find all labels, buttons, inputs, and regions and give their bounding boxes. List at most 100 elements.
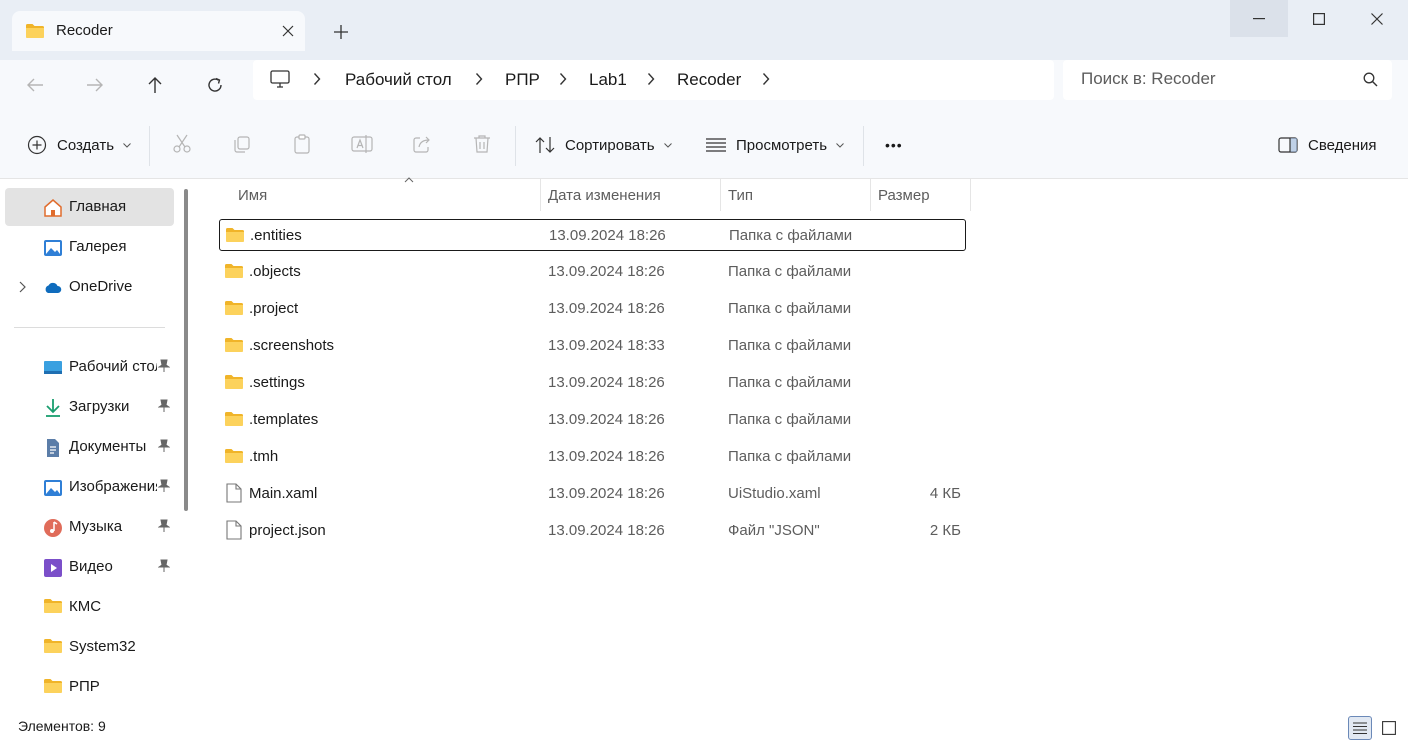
table-row[interactable]: .tmh 13.09.2024 18:26 Папка с файлами: [219, 441, 966, 473]
share-button[interactable]: [410, 132, 434, 156]
table-row[interactable]: .screenshots 13.09.2024 18:33 Папка с файл…: [219, 330, 966, 362]
file-date: 13.09.2024 18:26: [548, 300, 665, 317]
file-date: 13.09.2024 18:26: [549, 227, 666, 244]
file-type: Папка с файлами: [728, 374, 852, 391]
sidebar-item-documents[interactable]: Документы: [5, 428, 174, 466]
breadcrumb-rpr[interactable]: РПР: [505, 70, 540, 90]
navigation-pane: Главная Галерея OneDrive Рабочий стол За…: [0, 179, 196, 714]
column-header-date[interactable]: Дата изменения: [540, 179, 720, 211]
file-icon: [225, 483, 243, 507]
pin-icon[interactable]: [157, 359, 171, 377]
search-input[interactable]: [1081, 69, 1351, 89]
pin-icon[interactable]: [157, 399, 171, 417]
table-row[interactable]: .settings 13.09.2024 18:26 Папка с файлами: [219, 367, 966, 399]
desktop-icon: [43, 358, 63, 378]
pin-icon[interactable]: [157, 559, 171, 577]
more-icon: •••: [885, 137, 903, 153]
sort-button[interactable]: Сортировать: [535, 132, 672, 158]
pin-icon[interactable]: [157, 479, 171, 497]
up-button[interactable]: [138, 68, 172, 102]
sidebar-item-video[interactable]: Видео: [5, 548, 174, 586]
file-name: project.json: [249, 522, 326, 539]
pin-icon[interactable]: [157, 439, 171, 457]
maximize-button[interactable]: [1290, 0, 1348, 37]
sidebar-item-downloads[interactable]: Загрузки: [5, 388, 174, 426]
sidebar-scrollbar[interactable]: [184, 189, 188, 511]
file-list: Имя Дата изменения Тип Размер .entities 1…: [196, 177, 1408, 714]
chevron-right-icon[interactable]: [762, 72, 770, 90]
paste-button[interactable]: [290, 132, 314, 156]
details-button[interactable]: Сведения: [1278, 132, 1377, 158]
breadcrumb-recoder[interactable]: Recoder: [677, 70, 741, 90]
chevron-right-icon[interactable]: [559, 72, 567, 90]
address-bar[interactable]: Рабочий стол РПР Lab1 Recoder: [253, 60, 1054, 100]
sidebar-item-system32[interactable]: System32: [5, 628, 174, 666]
column-header-type[interactable]: Тип: [720, 179, 870, 211]
new-tab-button[interactable]: [326, 19, 356, 45]
create-button[interactable]: Создать: [27, 132, 131, 158]
file-name: .project: [249, 300, 299, 317]
copy-button[interactable]: [230, 132, 254, 156]
view-button[interactable]: Просмотреть: [706, 132, 844, 158]
search-icon[interactable]: [1363, 72, 1378, 91]
breadcrumb-lab1[interactable]: Lab1: [589, 70, 627, 90]
sidebar-item-pictures[interactable]: Изображения: [5, 468, 174, 506]
chevron-down-icon: [836, 142, 844, 148]
sidebar-item-desktop[interactable]: Рабочий стол: [5, 348, 174, 386]
folder-icon: [43, 598, 63, 618]
close-window-button[interactable]: [1348, 0, 1406, 37]
details-view-icon: [1353, 722, 1367, 734]
chevron-right-icon[interactable]: [647, 72, 655, 90]
table-row[interactable]: project.json 13.09.2024 18:26 Файл "JSON" 2…: [219, 515, 966, 547]
table-row[interactable]: .entities 13.09.2024 18:26 Папка с файлами: [219, 219, 966, 251]
minimize-button[interactable]: [1230, 0, 1288, 37]
sidebar-item-rpr[interactable]: РПР: [5, 668, 174, 706]
rename-button[interactable]: [350, 132, 374, 156]
sort-icon: [535, 137, 555, 153]
back-button[interactable]: [18, 68, 52, 102]
sidebar-item-label: Рабочий стол: [69, 358, 157, 375]
sidebar-item-music[interactable]: Музыка: [5, 508, 174, 546]
file-date: 13.09.2024 18:26: [548, 411, 665, 428]
table-row[interactable]: Main.xaml 13.09.2024 18:26 UiStudio.xaml 4 …: [219, 478, 966, 510]
close-tab-button[interactable]: [276, 19, 300, 43]
file-icon: [225, 520, 243, 544]
column-header-name[interactable]: Имя: [219, 177, 540, 211]
tab-recoder[interactable]: Recoder: [12, 11, 305, 51]
sidebar-divider: [14, 327, 165, 328]
tiles-view-button[interactable]: [1377, 716, 1401, 740]
sidebar-item-home[interactable]: Главная: [5, 188, 174, 226]
details-view-button[interactable]: [1348, 716, 1372, 740]
search-box[interactable]: [1063, 60, 1392, 100]
tab-title: Recoder: [56, 22, 113, 39]
breadcrumb-desktop[interactable]: Рабочий стол: [345, 70, 452, 90]
sidebar-item-kms[interactable]: КМС: [5, 588, 174, 626]
cut-button[interactable]: [170, 132, 194, 156]
table-row[interactable]: .project 13.09.2024 18:26 Папка с файлами: [219, 293, 966, 325]
create-label: Создать: [57, 136, 115, 154]
onedrive-icon: [43, 278, 63, 298]
more-options-button[interactable]: •••: [885, 132, 903, 158]
refresh-button[interactable]: [198, 68, 232, 102]
sidebar-item-onedrive[interactable]: OneDrive: [5, 268, 174, 306]
file-type: Файл "JSON": [728, 522, 820, 539]
forward-button[interactable]: [78, 68, 112, 102]
column-separator[interactable]: [970, 179, 971, 211]
sidebar-item-label: Главная: [69, 198, 127, 215]
chevron-right-icon[interactable]: [475, 72, 483, 90]
file-type: Папка с файлами: [728, 411, 852, 428]
chevron-right-icon[interactable]: [19, 280, 26, 297]
paste-icon: [294, 134, 310, 154]
pin-icon[interactable]: [157, 519, 171, 537]
toolbar-separator: [149, 126, 150, 166]
chevron-right-icon[interactable]: [313, 72, 321, 90]
column-header-size[interactable]: Размер: [870, 179, 970, 211]
sidebar-item-label: КМС: [69, 598, 102, 615]
delete-button[interactable]: [470, 132, 494, 156]
table-row[interactable]: .objects 13.09.2024 18:26 Папка с файлами: [219, 256, 966, 288]
table-row[interactable]: .templates 13.09.2024 18:26 Папка с файлам…: [219, 404, 966, 436]
trash-icon: [474, 135, 490, 153]
sidebar-item-gallery[interactable]: Галерея: [5, 228, 174, 266]
file-size: 4 КБ: [929, 485, 961, 502]
file-type: Папка с файлами: [728, 337, 852, 354]
